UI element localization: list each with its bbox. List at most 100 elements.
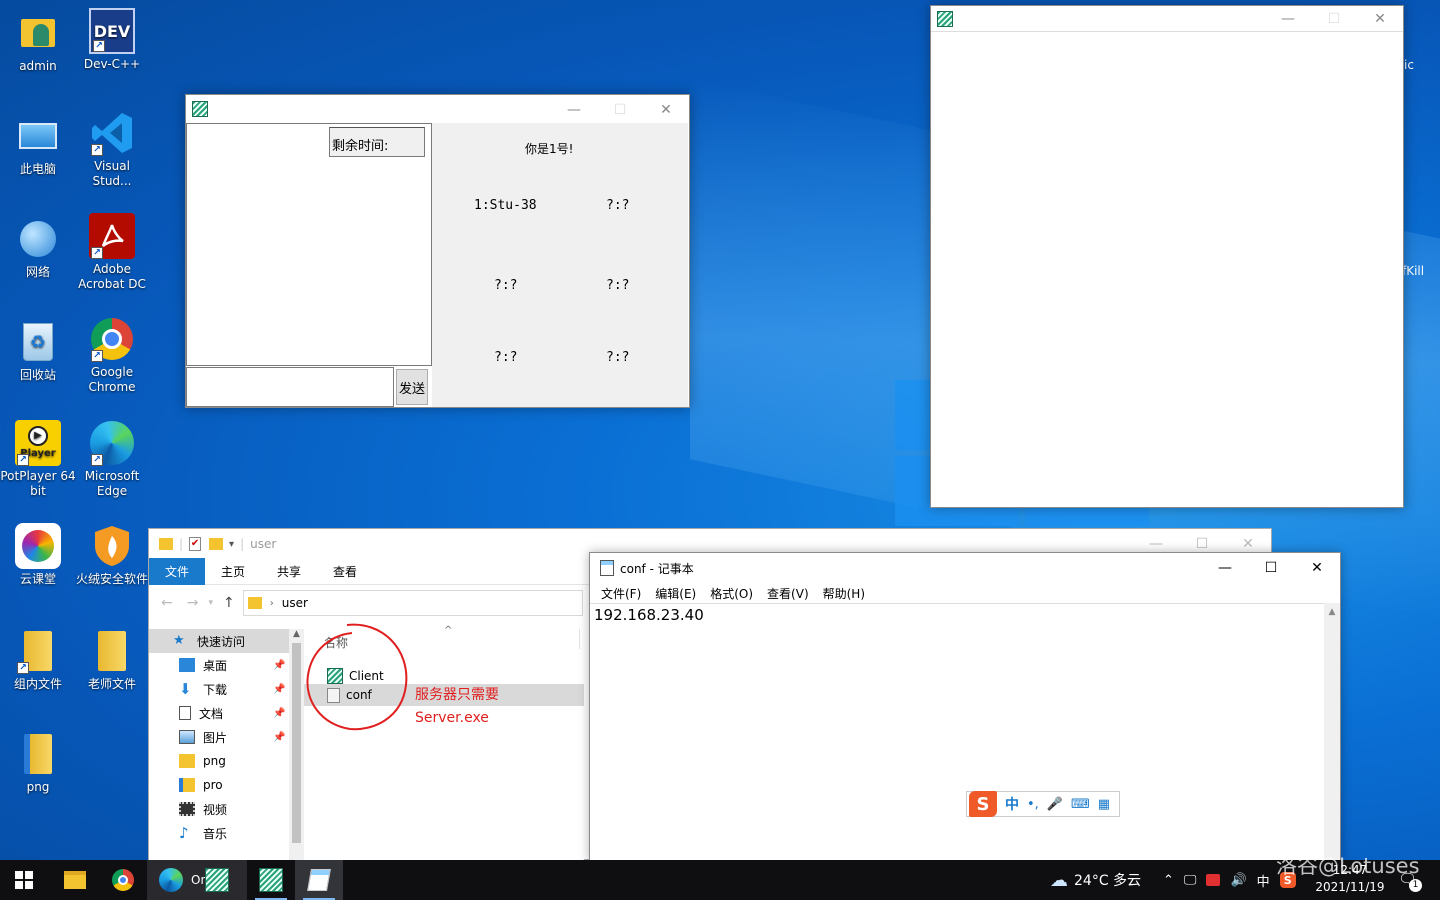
nav-pictures[interactable]: 图片 📌 (149, 725, 289, 749)
desktop-icon-network[interactable]: 网络 (0, 216, 76, 280)
chevron-up-icon[interactable]: ⌃ (1163, 873, 1174, 888)
notepad-window: conf - 记事本 — ☐ ✕ 文件(F) 编辑(E) 格式(O) 查看(V)… (589, 552, 1341, 862)
tab-file[interactable]: 文件 (149, 558, 206, 585)
ime-mode[interactable]: 中 (1005, 794, 1019, 814)
minimize-button[interactable]: — (1265, 6, 1311, 32)
nav-desktop[interactable]: 桌面 📌 (149, 653, 289, 677)
player-slot: ?:? (606, 198, 630, 213)
volume-icon[interactable]: 🔊 (1230, 873, 1246, 888)
scroll-thumb[interactable] (292, 643, 301, 843)
maximize-button[interactable]: ☐ (1248, 553, 1294, 583)
client-titlebar[interactable]: — ☐ ✕ (186, 95, 689, 123)
desktop-icon-recycle-bin[interactable]: ♻ 回收站 (0, 319, 76, 383)
sort-indicator-icon: ^ (444, 625, 453, 636)
shortcut-arrow-icon: ↗ (93, 40, 105, 52)
new-folder-icon[interactable] (209, 538, 224, 550)
menu-file[interactable]: 文件(F) (594, 585, 648, 602)
start-button[interactable] (0, 860, 48, 900)
desktop-icon-devcpp[interactable]: DEV ↗ Dev-C++ (74, 8, 150, 72)
close-button[interactable]: ✕ (643, 95, 689, 125)
blank-client-window: — ☐ ✕ (930, 5, 1404, 508)
minimize-button[interactable]: — (1202, 553, 1248, 583)
properties-icon[interactable]: ✔ (189, 537, 202, 551)
desktop-icon-admin[interactable]: admin (0, 10, 76, 74)
menu-edit[interactable]: 编辑(E) (648, 585, 703, 602)
send-button[interactable]: 发送 (396, 369, 428, 405)
menu-help[interactable]: 帮助(H) (816, 585, 872, 602)
notepad-icon (307, 869, 331, 891)
computer-icon (15, 113, 61, 159)
menu-format[interactable]: 格式(O) (703, 585, 760, 602)
punctuation-icon[interactable]: •, (1027, 797, 1039, 812)
player-slot: ?:? (606, 278, 630, 293)
nav-documents[interactable]: 文档 📌 (149, 701, 289, 725)
forward-arrow-icon[interactable]: → (187, 595, 199, 611)
nav-music[interactable]: ♪ 音乐 (149, 821, 289, 845)
nav-downloads[interactable]: ⬇ 下载 📌 (149, 677, 289, 701)
desktop-icon-huorong[interactable]: 火绒安全软件 (74, 523, 150, 587)
scroll-up-icon[interactable]: ▲ (1324, 607, 1340, 617)
weather-widget[interactable]: ☁ 24°C 多云 (1050, 860, 1141, 900)
nav-quick-access[interactable]: ★ 快速访问 (149, 629, 289, 653)
desktop-icon-this-pc[interactable]: 此电脑 (0, 113, 76, 177)
blank-window-titlebar[interactable]: — ☐ ✕ (931, 6, 1403, 32)
tray-app-icon[interactable] (1206, 874, 1221, 886)
pin-icon: 📌 (273, 707, 286, 719)
up-arrow-icon[interactable]: ↑ (223, 595, 235, 611)
notepad-icon (600, 560, 614, 576)
network-icon[interactable]: 🖵 (1184, 873, 1197, 888)
tab-share[interactable]: 共享 (261, 558, 317, 585)
shortcut-arrow-icon: ↗ (91, 247, 103, 259)
notepad-titlebar[interactable]: conf - 记事本 — ☐ ✕ (590, 553, 1340, 583)
desktop-icon-vscode[interactable]: ↗ Visual Stud... (74, 110, 150, 189)
microphone-icon[interactable]: 🎤 (1047, 797, 1063, 812)
cloud-icon: ☁ (1050, 869, 1068, 891)
notification-count-badge: 1 (1409, 879, 1422, 892)
keyboard-icon[interactable]: ⌨ (1071, 797, 1090, 812)
back-arrow-icon[interactable]: ← (161, 595, 173, 611)
notepad-text-area[interactable]: 192.168.23.40 (590, 603, 1324, 861)
red-circle-annotation (306, 623, 408, 731)
desktop-partial-label: ic (1404, 58, 1414, 72)
folder-icon (179, 778, 195, 792)
pin-icon: 📌 (273, 683, 286, 695)
navigation-pane: ★ 快速访问 桌面 📌 ⬇ 下载 📌 文档 📌 图片 📌 png pro 视频 ♪ 音乐 (149, 629, 289, 869)
desktop-icon-png[interactable]: png (0, 731, 76, 795)
taskbar-file-explorer[interactable] (51, 860, 99, 900)
chevron-down-icon[interactable]: ▾ (229, 539, 234, 550)
player-slot: ?:? (606, 350, 630, 365)
sogou-logo-icon[interactable]: S (969, 791, 997, 817)
annotation-text: 服务器只需要 (415, 687, 499, 703)
desktop-icon-acrobat[interactable]: ↗ Adobe Acrobat DC (74, 213, 150, 292)
toolbox-grid-icon[interactable]: ▦ (1098, 797, 1110, 812)
menu-view[interactable]: 查看(V) (760, 585, 816, 602)
tab-view[interactable]: 查看 (317, 558, 373, 585)
chat-input[interactable] (186, 367, 394, 407)
taskbar-edge-onedrive-group[interactable]: On ve (147, 860, 247, 900)
address-bar[interactable]: › user (242, 590, 583, 616)
nav-videos[interactable]: 视频 (149, 797, 289, 821)
tab-home[interactable]: 主页 (205, 558, 261, 585)
taskbar-client[interactable] (247, 860, 295, 900)
pin-icon: 📌 (273, 731, 286, 743)
notepad-scrollbar[interactable]: ▲ (1324, 603, 1340, 861)
desktop-icon-group-files[interactable]: ↗ 组内文件 (0, 628, 76, 692)
input-language[interactable]: 中 (1257, 871, 1270, 890)
taskbar-notepad[interactable] (295, 860, 343, 900)
video-icon (179, 802, 195, 816)
chat-log[interactable] (186, 123, 432, 366)
taskbar-chrome[interactable] (99, 860, 147, 900)
acrobat-icon: ↗ (89, 213, 135, 259)
chevron-down-icon[interactable]: ▾ (208, 598, 213, 608)
desktop-icon-potplayer[interactable]: ▶ Player ↗ PotPlayer 64 bit (0, 420, 76, 499)
minimize-button[interactable]: — (551, 95, 597, 125)
nav-png[interactable]: png (149, 749, 289, 773)
folder-icon (247, 597, 262, 609)
desktop-icon-teacher-files[interactable]: 老师文件 (74, 628, 150, 692)
desktop-icon-edge[interactable]: ↗ Microsoft Edge (74, 420, 150, 499)
nav-pro[interactable]: pro (149, 773, 289, 797)
close-button[interactable]: ✕ (1357, 6, 1403, 32)
desktop-icon-chrome[interactable]: ↗ Google Chrome (74, 316, 150, 395)
desktop-icon-cloud-classroom[interactable]: 云课堂 (0, 523, 76, 587)
close-button[interactable]: ✕ (1294, 553, 1340, 583)
